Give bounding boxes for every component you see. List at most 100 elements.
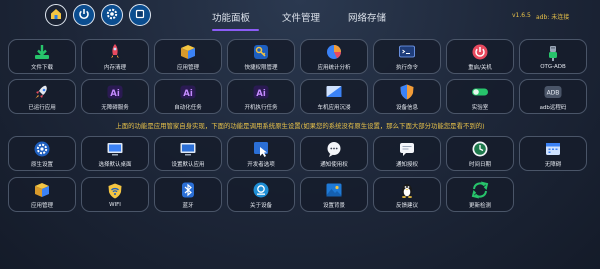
running-apps-button[interactable]: 已运行应用 [8, 79, 76, 114]
tile-label: 通知授权 [395, 161, 418, 168]
system-app-manager-button[interactable]: 应用管理 [8, 177, 76, 212]
accessibility-service-button[interactable]: Ai 无障碍服务 [81, 79, 149, 114]
clock-icon [471, 140, 489, 158]
set-background-button[interactable]: 设置背景 [300, 177, 368, 212]
bluetooth-button[interactable]: 蓝牙 [154, 177, 222, 212]
feature-grid-row-2: 已运行应用 Ai 无障碍服务 Ai 自动化任务 Ai 开机执行任务 车机应用沉浸… [8, 79, 592, 114]
power-icon [77, 6, 91, 25]
box-icon [33, 181, 51, 199]
top-bar: 功能面板 文件管理 网络存储 v1.6.5 adb: 未连接 [0, 0, 600, 36]
developer-options-button[interactable]: 开发者选项 [227, 136, 295, 171]
default-launcher-button[interactable]: 选择默认桌面 [81, 136, 149, 171]
app-manager-button[interactable]: 应用管理 [154, 39, 222, 74]
stop-icon [133, 6, 147, 25]
tile-label: 车机应用沉浸 [317, 104, 351, 111]
feedback-button[interactable]: 反馈建议 [373, 177, 441, 212]
home-icon [49, 6, 63, 25]
download-icon [33, 43, 51, 61]
native-settings-button[interactable]: 原生设置 [8, 136, 76, 171]
lab-button[interactable]: 实验室 [446, 79, 514, 114]
tile-label: 选择默认桌面 [98, 161, 132, 168]
boot-task-button[interactable]: Ai 开机执行任务 [227, 79, 295, 114]
feature-grid-row-1: 文件下载 内存清理 应用管理 快捷权限管理 应用统计分析 执行命令 重启/关机 … [8, 39, 592, 74]
settings-button[interactable] [101, 4, 123, 26]
execute-command-button[interactable]: 执行命令 [373, 39, 441, 74]
car-immersive-button[interactable]: 车机应用沉浸 [300, 79, 368, 114]
version-label: v1.6.5 [512, 12, 531, 19]
power-button[interactable] [73, 4, 95, 26]
wifi-icon [106, 182, 124, 200]
tile-label: adb远程码 [539, 104, 567, 111]
app-stats-button[interactable]: 应用统计分析 [300, 39, 368, 74]
tab-network-storage[interactable]: 网络存储 [348, 10, 418, 29]
monitor-icon [106, 140, 124, 158]
tile-label: 快捷权限管理 [244, 64, 278, 71]
svg-text:Ai: Ai [183, 88, 193, 98]
tile-label: WIFI [109, 201, 121, 208]
calendar-icon [544, 140, 562, 158]
wifi-button[interactable]: WIFI [81, 177, 149, 212]
tile-label: 内存清理 [103, 64, 126, 71]
tile-label: 原生设置 [30, 161, 53, 168]
penguin-icon [398, 181, 416, 199]
file-download-button[interactable]: 文件下载 [8, 39, 76, 74]
update-check-button[interactable]: 更新检测 [446, 177, 514, 212]
tile-label: 无障碍服务 [101, 104, 129, 111]
message-icon [398, 140, 416, 158]
otg-adb-button[interactable]: OTG-ADB [519, 39, 587, 74]
tile-label: 应用管理 [176, 64, 199, 71]
tile-label: 重启/关机 [468, 64, 492, 71]
accessibility-button[interactable]: 无障碍 [519, 136, 587, 171]
gear-icon [105, 6, 119, 25]
adb-remote-code-button[interactable]: ADB adb远程码 [519, 79, 587, 114]
device-info-button[interactable]: 设备信息 [373, 79, 441, 114]
date-time-button[interactable]: 时间日期 [446, 136, 514, 171]
tile-label: 关于设备 [249, 202, 272, 209]
ai-icon: Ai [252, 83, 270, 101]
reboot-shutdown-button[interactable]: 重启/关机 [446, 39, 514, 74]
svg-text:Ai: Ai [256, 88, 266, 98]
adb-icon: ADB [544, 83, 562, 101]
usb-icon [544, 44, 562, 62]
tile-label: 应用统计分析 [317, 64, 351, 71]
toggle-icon [471, 83, 489, 101]
feature-grid-row-4: 应用管理 WIFI 蓝牙 关于设备 设置背景 反馈建议 更新检测 [8, 177, 592, 212]
adb-badge-text: ADB [547, 89, 560, 96]
default-apps-button[interactable]: 设置默认应用 [154, 136, 222, 171]
tile-label: 实验室 [471, 104, 489, 111]
memory-clean-button[interactable]: 内存清理 [81, 39, 149, 74]
automation-task-button[interactable]: Ai 自动化任务 [154, 79, 222, 114]
tile-label: 自动化任务 [174, 104, 202, 111]
tile-label: OTG-ADB [540, 63, 566, 70]
tile-label: 设备信息 [395, 104, 418, 111]
tile-label: 反馈建议 [395, 202, 418, 209]
notification-auth-button[interactable]: 通知授权 [373, 136, 441, 171]
home-button[interactable] [45, 4, 67, 26]
chat-icon [325, 140, 343, 158]
native-settings-notice: 上面的功能是应用管家自身实现，下面的功能是调用系统原生设置(如果您的系统没有原生… [115, 122, 485, 130]
tab-function-panel[interactable]: 功能面板 [212, 10, 282, 31]
cursor-icon [252, 140, 270, 158]
about-device-button[interactable]: 关于设备 [227, 177, 295, 212]
rocket-icon [106, 43, 124, 61]
quick-permission-button[interactable]: 快捷权限管理 [227, 39, 295, 74]
bluetooth-icon [179, 181, 197, 199]
tile-label: 时间日期 [468, 161, 491, 168]
gear-icon [33, 140, 51, 158]
pie-chart-icon [325, 43, 343, 61]
feature-grid-row-3: 原生设置 选择默认桌面 设置默认应用 开发者选项 通知使用权 通知授权 时间日期… [8, 136, 592, 171]
tab-bar: 功能面板 文件管理 网络存储 [212, 10, 418, 31]
key-icon [252, 43, 270, 61]
svg-text:Ai: Ai [110, 88, 120, 98]
info-icon [252, 181, 270, 199]
tile-label: 设置默认应用 [171, 161, 205, 168]
shield-icon [398, 83, 416, 101]
notification-access-button[interactable]: 通知使用权 [300, 136, 368, 171]
tile-label: 已运行应用 [28, 104, 56, 111]
rocket-launch-icon [33, 83, 51, 101]
stop-button[interactable] [129, 4, 151, 26]
tile-label: 文件下载 [30, 64, 53, 71]
tab-file-manager[interactable]: 文件管理 [282, 10, 348, 29]
tile-label: 无障碍 [544, 161, 562, 168]
monitor-icon [179, 140, 197, 158]
